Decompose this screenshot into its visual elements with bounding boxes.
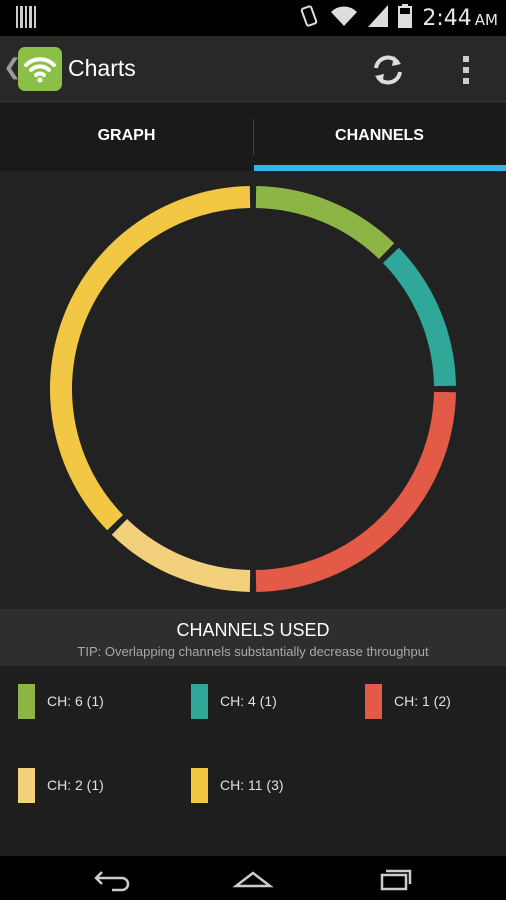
navigation-bar xyxy=(0,856,506,900)
status-bar: 2:44 AM xyxy=(0,0,506,36)
tab-graph[interactable]: GRAPH xyxy=(0,103,253,171)
donut-slice-ch4 xyxy=(382,247,456,387)
legend-grid: CH: 6 (1) CH: 4 (1) CH: 1 (2) CH: 2 (1) … xyxy=(0,666,506,856)
legend-item-ch2: CH: 2 (1) xyxy=(18,767,104,803)
donut-slice-ch11 xyxy=(50,186,251,531)
legend-label: CH: 6 (1) xyxy=(47,693,104,709)
wifi-app-icon xyxy=(18,47,62,91)
vibrate-icon xyxy=(298,4,320,33)
legend-swatch xyxy=(191,767,208,803)
tab-bar: GRAPH CHANNELS xyxy=(0,103,506,171)
legend-swatch xyxy=(18,767,35,803)
legend-tip: TIP: Overlapping channels substantially … xyxy=(77,644,429,659)
back-icon xyxy=(82,871,142,898)
clock-time: 2:44 xyxy=(422,6,472,31)
chart-area xyxy=(0,171,506,609)
legend-item-ch6: CH: 6 (1) xyxy=(18,683,104,719)
legend-item-ch4: CH: 4 (1) xyxy=(191,683,277,719)
action-bar: ❮ Charts xyxy=(0,36,506,102)
overflow-menu-icon xyxy=(448,56,484,94)
legend-swatch xyxy=(365,683,382,719)
legend-title: CHANNELS USED xyxy=(176,620,330,640)
overflow-menu-button[interactable] xyxy=(448,50,484,90)
clock: 2:44 AM xyxy=(422,6,498,31)
refresh-icon xyxy=(366,55,410,96)
legend-item-ch11: CH: 11 (3) xyxy=(191,767,284,803)
legend-swatch xyxy=(191,683,208,719)
legend-label: CH: 4 (1) xyxy=(220,693,277,709)
donut-slice-ch6 xyxy=(255,186,395,260)
home-icon xyxy=(223,871,283,898)
channels-donut-chart xyxy=(50,186,456,592)
app-title: Charts xyxy=(68,55,136,81)
legend-swatch xyxy=(18,683,35,719)
legend-label: CH: 11 (3) xyxy=(220,777,284,793)
legend-item-ch1: CH: 1 (2) xyxy=(365,683,451,719)
nav-home-button[interactable] xyxy=(223,862,283,894)
nav-recents-button[interactable] xyxy=(365,862,425,894)
barcode-icon xyxy=(16,6,36,33)
recents-icon xyxy=(365,869,425,898)
legend-label: CH: 1 (2) xyxy=(394,693,451,709)
legend-label: CH: 2 (1) xyxy=(47,777,104,793)
donut-slice-ch2 xyxy=(111,518,251,592)
nav-back-button[interactable] xyxy=(82,862,142,894)
tab-channels[interactable]: CHANNELS xyxy=(253,103,506,171)
legend-header: CHANNELS USED TIP: Overlapping channels … xyxy=(0,609,506,666)
wifi-icon xyxy=(330,5,358,32)
donut-slice-ch1 xyxy=(255,391,456,592)
battery-icon xyxy=(398,4,413,33)
signal-icon xyxy=(368,5,389,32)
refresh-button[interactable] xyxy=(366,48,410,92)
clock-ampm: AM xyxy=(474,11,498,29)
